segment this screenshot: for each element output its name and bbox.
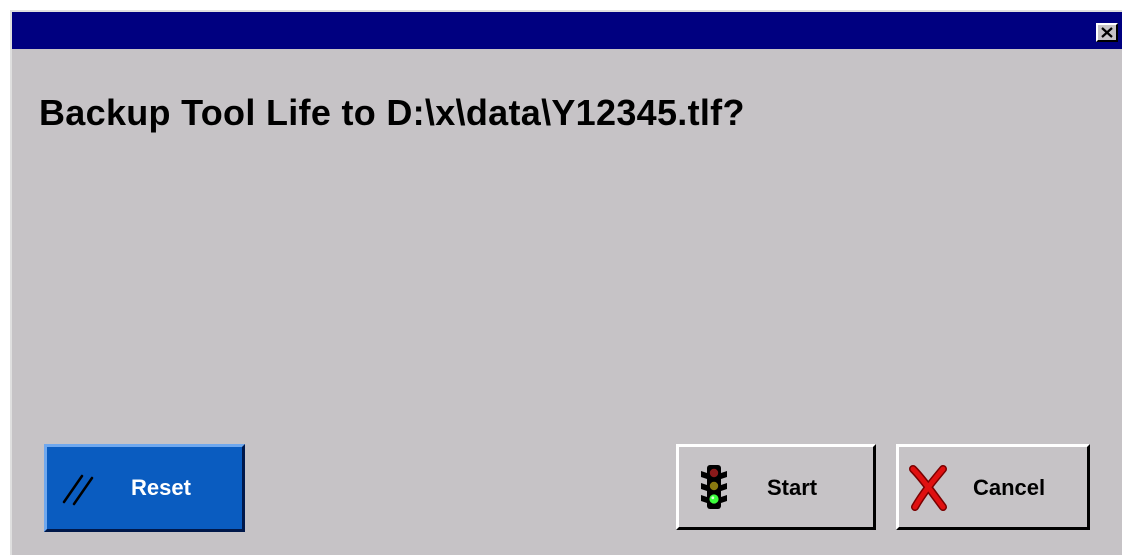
title-bar[interactable] [12, 12, 1122, 49]
close-icon [1101, 27, 1113, 38]
slash-icon [62, 474, 94, 506]
traffic-light-icon [701, 465, 727, 509]
dialog-message: Backup Tool Life to D:\x\data\Y12345.tlf… [39, 92, 745, 133]
start-button[interactable]: Start [676, 444, 876, 530]
close-button[interactable] [1096, 23, 1118, 42]
red-x-icon [909, 465, 947, 511]
cancel-button-label: Cancel [973, 475, 1046, 500]
cancel-button[interactable]: Cancel [896, 444, 1090, 530]
start-button-label: Start [767, 475, 818, 500]
dialog-window: Backup Tool Life to D:\x\data\Y12345.tlf… [10, 10, 1122, 555]
reset-button[interactable]: Reset [44, 444, 245, 532]
reset-button-label: Reset [131, 475, 191, 500]
